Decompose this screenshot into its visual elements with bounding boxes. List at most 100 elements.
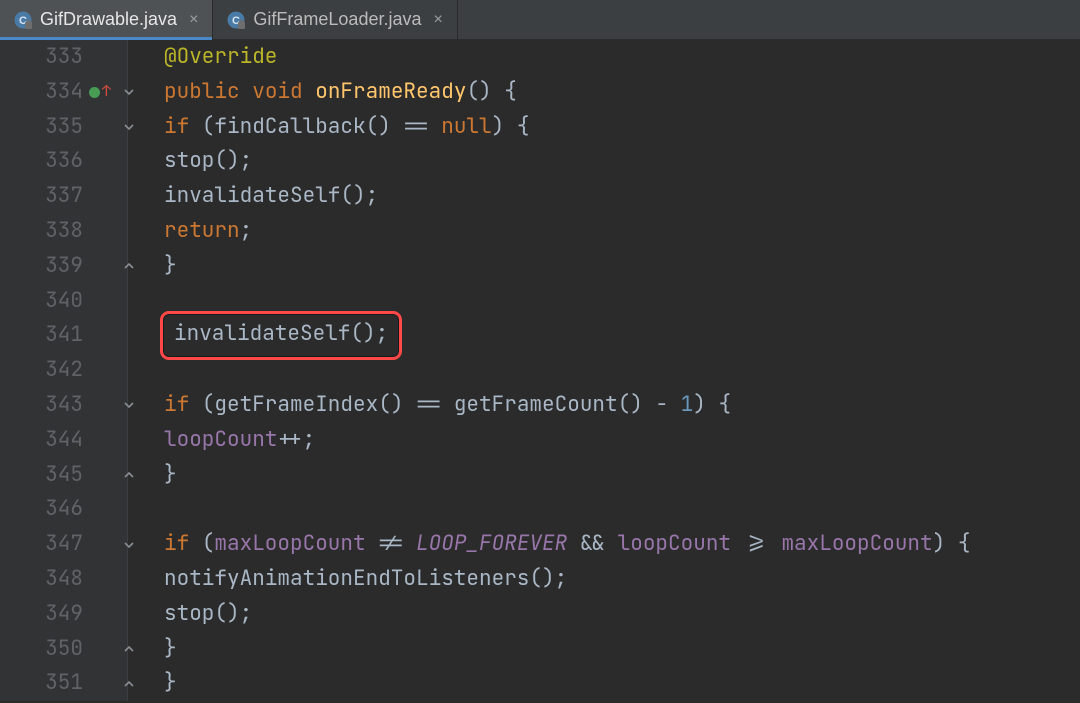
code-line[interactable]: 345 } — [0, 458, 1080, 493]
gutter[interactable]: 340 — [0, 284, 128, 319]
gutter[interactable]: 335 — [0, 110, 128, 145]
gutter[interactable]: 341 — [0, 318, 128, 353]
code-content[interactable]: loopCount++; — [128, 423, 315, 458]
gutter[interactable]: 336 — [0, 144, 128, 179]
code-token: null — [441, 110, 491, 145]
code-content[interactable]: if (getFrameIndex() == getFrameCount() -… — [128, 388, 731, 423]
gutter-marks: ↑ — [89, 85, 119, 100]
code-line[interactable]: 342 — [0, 353, 1080, 388]
code-line[interactable]: 348 notifyAnimationEndToListeners(); — [0, 562, 1080, 597]
code-content[interactable]: if (findCallback() == null) { — [128, 110, 529, 145]
code-token: ++; — [277, 423, 315, 458]
fold-open-icon[interactable] — [121, 119, 137, 135]
gutter[interactable]: 346 — [0, 492, 128, 527]
line-number: 334 — [37, 75, 83, 110]
code-token: getFrameIndex — [214, 388, 378, 423]
code-token: == — [391, 110, 441, 145]
gutter[interactable]: 334 ↑ — [0, 75, 128, 110]
fold-close-icon[interactable] — [121, 258, 137, 274]
fold-close-icon[interactable] — [121, 467, 137, 483]
code-content[interactable]: public void onFrameReady() { — [128, 75, 517, 110]
editor-tab[interactable]: CGifFrameLoader.java× — [213, 0, 457, 39]
code-token: notifyAnimationEndToListeners — [164, 562, 529, 597]
line-number: 337 — [37, 179, 83, 214]
code-editor[interactable]: 333 @Override334↑ public void onFrameRea… — [0, 40, 1080, 703]
code-content[interactable]: stop(); — [128, 597, 252, 632]
code-line[interactable]: 335 if (findCallback() == null) { — [0, 110, 1080, 145]
code-line[interactable]: 338 return; — [0, 214, 1080, 249]
gutter[interactable]: 333 — [0, 40, 128, 75]
override-marker-icon[interactable] — [89, 87, 100, 98]
code-line[interactable]: 349 stop(); — [0, 597, 1080, 632]
code-line[interactable]: 344 loopCount++; — [0, 423, 1080, 458]
code-line[interactable]: 351 } — [0, 666, 1080, 701]
code-token: invalidateSelf — [174, 320, 350, 347]
code-line[interactable]: 350 } — [0, 632, 1080, 667]
fold-open-icon[interactable] — [121, 84, 137, 100]
code-token: () — [378, 388, 403, 423]
code-line[interactable]: 346 — [0, 492, 1080, 527]
code-line[interactable]: 340 — [0, 284, 1080, 319]
code-token: - — [643, 388, 681, 423]
gutter[interactable]: 347 — [0, 527, 128, 562]
code-content[interactable]: invalidateSelf(); — [128, 179, 378, 214]
code-token: } — [164, 458, 177, 493]
close-icon[interactable]: × — [189, 11, 198, 29]
gutter[interactable]: 349 — [0, 597, 128, 632]
code-token: } — [164, 249, 177, 284]
fold-close-icon[interactable] — [121, 641, 137, 657]
code-content[interactable]: if (maxLoopCount != LOOP_FOREVER && loop… — [128, 527, 970, 562]
code-token: 1 — [681, 388, 694, 423]
code-token: ) { — [693, 388, 731, 423]
gutter[interactable]: 348 — [0, 562, 128, 597]
editor-tabbar: CGifDrawable.java×CGifFrameLoader.java× — [0, 0, 1080, 40]
code-content[interactable]: return; — [128, 214, 252, 249]
code-token: loopCount — [618, 527, 731, 562]
line-number: 349 — [37, 597, 83, 632]
up-arrow-icon: ↑ — [102, 84, 111, 99]
code-content[interactable]: @Override — [128, 40, 277, 75]
gutter[interactable]: 350 — [0, 632, 128, 667]
fold-open-icon[interactable] — [121, 397, 137, 413]
fold-close-icon[interactable] — [121, 676, 137, 692]
fold-open-icon[interactable] — [121, 537, 137, 553]
gutter[interactable]: 343 — [0, 388, 128, 423]
editor-tab-label: GifDrawable.java — [40, 9, 177, 30]
gutter[interactable]: 345 — [0, 458, 128, 493]
code-line[interactable]: 333 @Override — [0, 40, 1080, 75]
code-token: (); — [340, 179, 378, 214]
code-line[interactable]: 339 } — [0, 249, 1080, 284]
gutter[interactable]: 339 — [0, 249, 128, 284]
code-token: ; — [240, 214, 253, 249]
code-line[interactable]: 341 invalidateSelf(); — [0, 318, 1080, 353]
java-class-icon: C — [227, 11, 245, 29]
editor-tab[interactable]: CGifDrawable.java× — [0, 0, 213, 39]
code-token: void — [252, 75, 302, 110]
code-line[interactable]: 337 invalidateSelf(); — [0, 179, 1080, 214]
gutter[interactable]: 338 — [0, 214, 128, 249]
gutter[interactable]: 342 — [0, 353, 128, 388]
code-token: } — [164, 632, 177, 667]
close-icon[interactable]: × — [434, 11, 443, 29]
code-token: @Override — [164, 40, 277, 75]
code-token: maxLoopCount — [781, 527, 932, 562]
gutter[interactable]: 337 — [0, 179, 128, 214]
gutter[interactable]: 351 — [0, 666, 128, 701]
code-line[interactable]: 343 if (getFrameIndex() == getFrameCount… — [0, 388, 1080, 423]
code-token: findCallback — [214, 110, 365, 145]
code-token: } — [164, 666, 177, 701]
code-content[interactable]: invalidateSelf(); — [128, 315, 398, 356]
line-number: 333 — [37, 40, 83, 75]
code-content[interactable]: stop(); — [128, 144, 252, 179]
gutter[interactable]: 344 — [0, 423, 128, 458]
code-content[interactable]: notifyAnimationEndToListeners(); — [128, 562, 567, 597]
code-line[interactable]: 336 stop(); — [0, 144, 1080, 179]
code-line[interactable]: 347 if (maxLoopCount != LOOP_FOREVER && … — [0, 527, 1080, 562]
line-number: 340 — [37, 284, 83, 319]
line-number: 350 — [37, 632, 83, 667]
line-number: 344 — [37, 423, 83, 458]
code-token: return — [164, 214, 240, 249]
code-token: && — [567, 527, 617, 562]
code-line[interactable]: 334 ↑ public void onFrameReady() { — [0, 75, 1080, 110]
code-token: stop — [164, 597, 214, 632]
